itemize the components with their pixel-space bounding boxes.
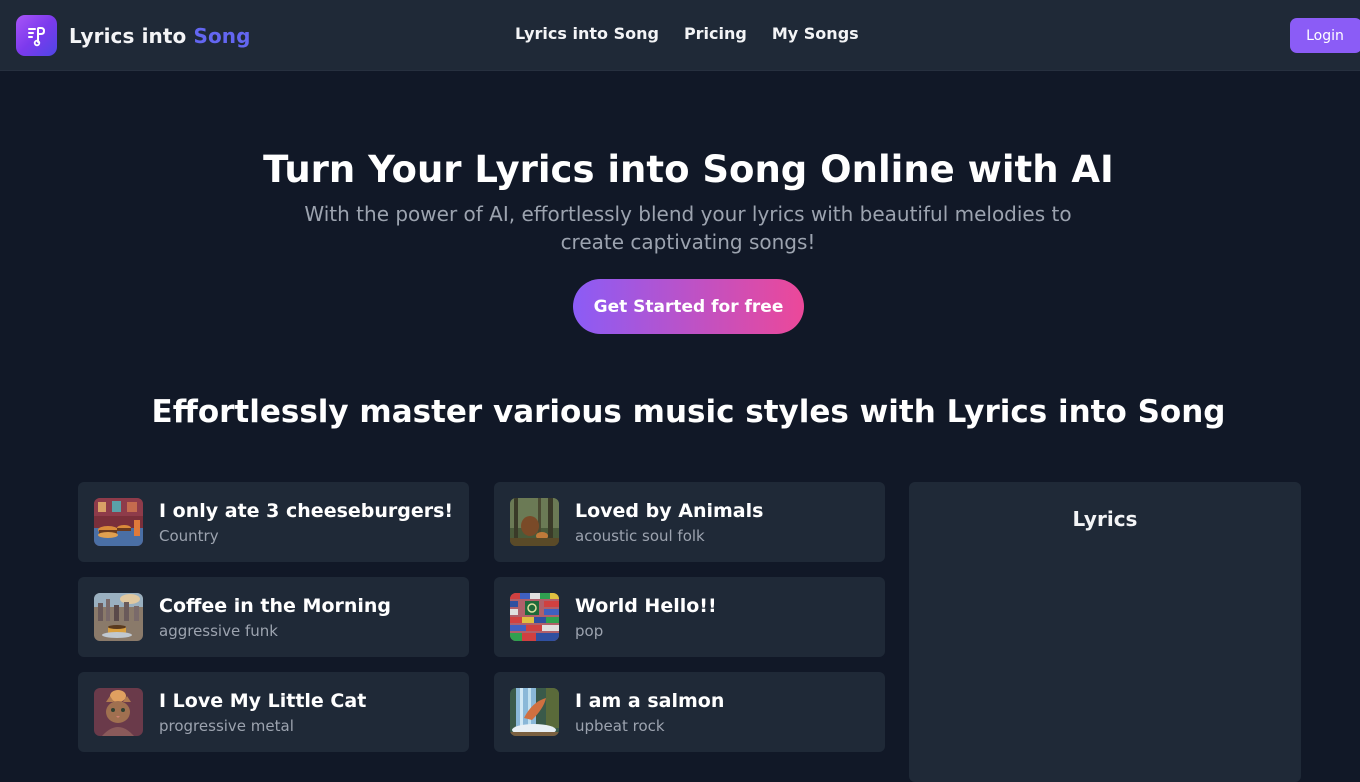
- song-title: World Hello!!: [575, 595, 717, 617]
- styles-section-title: Effortlessly master various music styles…: [151, 394, 1226, 430]
- nav-link-my-songs[interactable]: My Songs: [772, 24, 859, 43]
- song-card[interactable]: I only ate 3 cheeseburgers! Country: [78, 482, 469, 562]
- song-style: acoustic soul folk: [575, 527, 705, 545]
- song-title: Coffee in the Morning: [159, 595, 392, 617]
- nav-link-pricing[interactable]: Pricing: [684, 24, 747, 43]
- song-style: aggressive funk: [159, 622, 278, 640]
- lyrics-panel: Lyrics: [909, 482, 1301, 782]
- hero-title: Turn Your Lyrics into Song Online with A…: [263, 148, 1114, 191]
- song-style: upbeat rock: [575, 717, 665, 735]
- song-card[interactable]: I Love My Little Cat progressive metal: [78, 672, 469, 752]
- brand-name: Lyrics into Song: [69, 24, 251, 48]
- song-title: Loved by Animals: [575, 500, 764, 522]
- top-navbar: Lyrics into Song Lyrics into Song Pricin…: [0, 0, 1360, 71]
- brand-name-main: Lyrics into: [69, 23, 194, 48]
- brand-home-link[interactable]: Lyrics into Song: [16, 15, 251, 56]
- song-thumbnail-world-flags: [510, 593, 559, 641]
- song-title: I Love My Little Cat: [159, 690, 367, 712]
- main-nav: Lyrics into Song Pricing My Songs: [515, 24, 859, 43]
- lyrics-panel-title: Lyrics: [1072, 507, 1138, 531]
- song-style: pop: [575, 622, 604, 640]
- song-card[interactable]: Coffee in the Morning aggressive funk: [78, 577, 469, 657]
- song-thumbnail-salmon-waterfall: [510, 688, 559, 736]
- song-thumbnail-forest-animals: [510, 498, 559, 546]
- song-card[interactable]: Loved by Animals acoustic soul folk: [494, 482, 885, 562]
- login-button[interactable]: Login: [1290, 18, 1360, 53]
- song-card[interactable]: World Hello!! pop: [494, 577, 885, 657]
- brand-name-accent: Song: [193, 23, 251, 48]
- hero-subtitle: With the power of AI, effortlessly blend…: [304, 202, 1072, 254]
- song-style: progressive metal: [159, 717, 294, 735]
- song-thumbnail-cat-portrait: [94, 688, 143, 736]
- song-thumbnail-coffee-city: [94, 593, 143, 641]
- song-thumbnail-diner-burgers: [94, 498, 143, 546]
- nav-link-lyrics-into-song[interactable]: Lyrics into Song: [515, 24, 659, 43]
- get-started-button[interactable]: Get Started for free: [573, 279, 804, 334]
- song-card[interactable]: I am a salmon upbeat rock: [494, 672, 885, 752]
- song-style: Country: [159, 527, 219, 545]
- music-list-icon: [16, 15, 57, 56]
- song-title: I am a salmon: [575, 690, 725, 712]
- song-title: I only ate 3 cheeseburgers!: [159, 500, 454, 522]
